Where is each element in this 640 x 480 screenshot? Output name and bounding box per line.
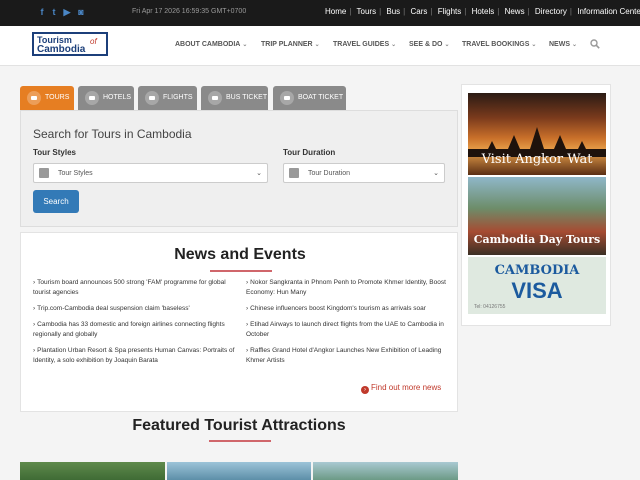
boat-icon [280, 91, 294, 105]
top-link-cars[interactable]: Cars [410, 7, 427, 16]
search-button[interactable]: Search [33, 190, 79, 213]
tour-styles-select[interactable]: Tour Styles ⌄ [33, 163, 268, 183]
tab-hotels[interactable]: HOTELS [78, 86, 134, 110]
arrow-circle-icon: › [361, 386, 369, 394]
top-bar: f t ▶ ◙ Fri Apr 17 2026 16:59:35 GMT+070… [0, 0, 640, 26]
youtube-icon[interactable]: ▶ [62, 7, 72, 17]
top-link-bus[interactable]: Bus [386, 7, 400, 16]
sidebar-ads: Visit Angkor Wat Cambodia Day Tours CAMB… [461, 84, 611, 326]
nav-travel-guides[interactable]: TRAVEL GUIDES ⌄ [333, 41, 396, 48]
title-divider [209, 440, 271, 442]
suitcase-icon [27, 91, 41, 105]
site-header: Tourism Cambodia of ABOUT CAMBODIA ⌄ TRIP… [0, 26, 640, 66]
tab-boat-ticket[interactable]: BOAT TICKET [273, 86, 346, 110]
ad-cambodia-visa[interactable]: CAMBODIA VISA Tel: 04126755 [468, 257, 606, 314]
news-item[interactable]: Plantation Urban Resort & Spa presents H… [33, 346, 238, 366]
news-item[interactable]: Etihad Airways to launch direct flights … [246, 320, 451, 340]
instagram-icon[interactable]: ◙ [76, 7, 86, 17]
tour-styles-label: Tour Styles [33, 148, 76, 157]
facebook-icon[interactable]: f [37, 7, 47, 17]
nav-news[interactable]: NEWS ⌄ [549, 41, 577, 48]
chevron-down-icon: ⌄ [433, 170, 439, 177]
attraction-image[interactable] [313, 462, 458, 480]
site-logo[interactable]: Tourism Cambodia of [32, 32, 108, 56]
attraction-image[interactable] [20, 462, 165, 480]
calendar-icon [289, 168, 299, 178]
bed-icon [85, 91, 99, 105]
news-item[interactable]: Trip.com-Cambodia deal suspension claim … [33, 304, 238, 314]
news-item[interactable]: Raffles Grand Hotel d'Angkor Launches Ne… [246, 346, 451, 366]
briefcase-icon [39, 168, 49, 178]
news-item[interactable]: Chinese influencers boost Kingdom's tour… [246, 304, 451, 314]
current-datetime: Fri Apr 17 2026 16:59:35 GMT+0700 [132, 8, 247, 15]
top-link-flights[interactable]: Flights [438, 7, 462, 16]
nav-see-and-do[interactable]: SEE & DO ⌄ [409, 41, 449, 48]
top-link-directory[interactable]: Directory [535, 7, 567, 16]
nav-about-cambodia[interactable]: ABOUT CAMBODIA ⌄ [175, 41, 247, 48]
attraction-image[interactable] [167, 462, 311, 480]
top-link-news[interactable]: News [505, 7, 525, 16]
title-divider [210, 270, 272, 272]
tour-duration-select[interactable]: Tour Duration ⌄ [283, 163, 445, 183]
tour-search-panel: Search for Tours in Cambodia Tour Styles… [20, 110, 458, 227]
more-news-link[interactable]: › Find out more news [361, 383, 441, 394]
featured-title: Featured Tourist Attractions [132, 417, 346, 434]
bus-icon [208, 91, 222, 105]
twitter-icon[interactable]: t [49, 7, 59, 17]
tab-flights[interactable]: FLIGHTS [138, 86, 197, 110]
nav-trip-planner[interactable]: TRIP PLANNER ⌄ [261, 41, 320, 48]
ad-visit-angkor-wat[interactable]: Visit Angkor Wat [468, 93, 606, 175]
ad-cambodia-day-tours[interactable]: Cambodia Day Tours [468, 177, 606, 255]
search-title: Search for Tours in Cambodia [33, 127, 192, 141]
top-link-information-center[interactable]: Information Center [577, 7, 640, 16]
chevron-down-icon: ⌄ [256, 170, 262, 177]
top-link-hotels[interactable]: Hotels [472, 7, 495, 16]
news-item[interactable]: Tourism board announces 500 strong 'FAM'… [33, 278, 238, 298]
search-icon[interactable] [590, 39, 600, 49]
news-item[interactable]: Cambodia has 33 domestic and foreign air… [33, 320, 238, 340]
tab-bus-ticket[interactable]: BUS TICKET [201, 86, 268, 110]
news-item[interactable]: Nokor Sangkranta in Phnom Penh to Promot… [246, 278, 451, 298]
tab-tours[interactable]: TOURS [20, 86, 74, 110]
tour-duration-label: Tour Duration [283, 148, 336, 157]
nav-travel-bookings[interactable]: TRAVEL BOOKINGS ⌄ [462, 41, 536, 48]
top-nav: Home | Tours | Bus | Cars | Flights | Hotels |… [325, 7, 640, 19]
news-title: News and Events [174, 246, 306, 263]
top-link-home[interactable]: Home [325, 7, 346, 16]
plane-icon [145, 91, 159, 105]
top-link-tours[interactable]: Tours [357, 7, 377, 16]
news-section: News and Events Tourism board announces … [20, 232, 458, 412]
